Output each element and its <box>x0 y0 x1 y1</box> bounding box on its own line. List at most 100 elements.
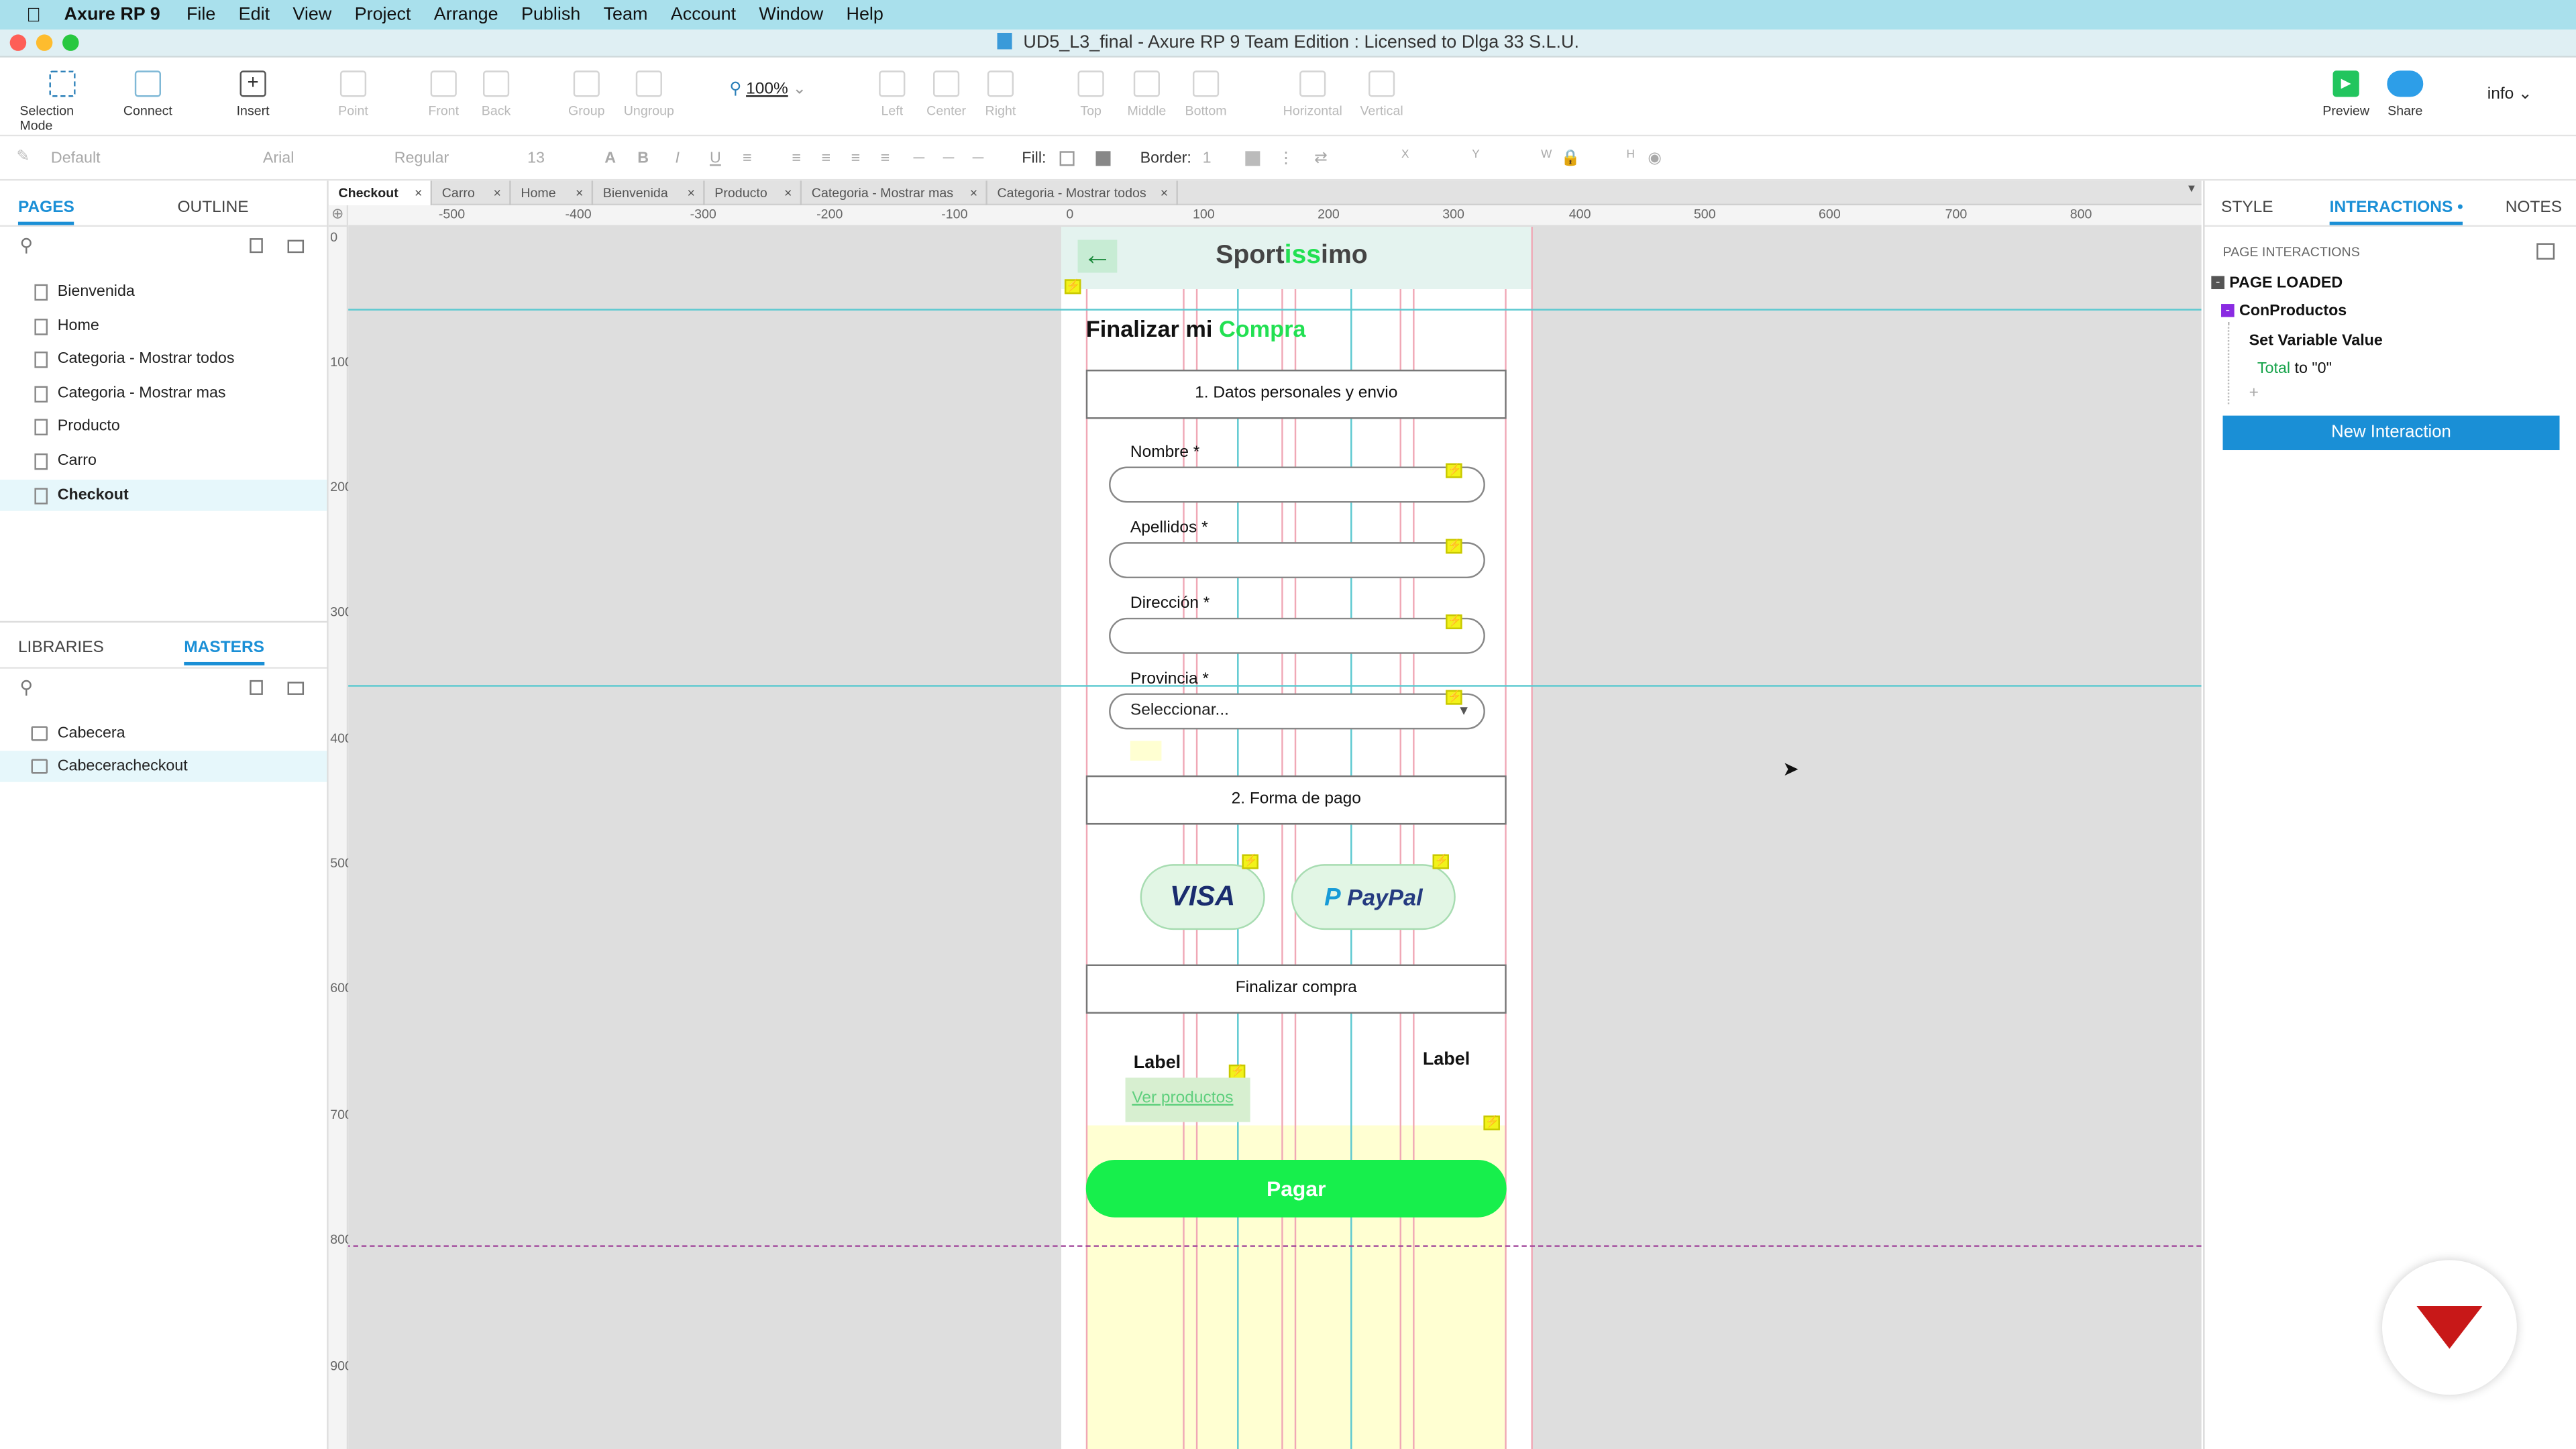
justify-icon[interactable]: ≡ <box>881 150 890 168</box>
collapse-icon[interactable]: - <box>2221 303 2235 317</box>
zoom-window-button[interactable] <box>62 34 79 51</box>
page-item-carro[interactable]: Carro <box>0 445 327 477</box>
tab-bienvenida[interactable]: Bienvenida × <box>593 180 705 206</box>
provincia-select[interactable]: Seleccionar... ▼ <box>1109 693 1485 730</box>
fill-color-swatch[interactable] <box>1059 151 1075 166</box>
menu-app-name[interactable]: Axure RP 9 <box>64 5 160 24</box>
tab-libraries[interactable]: LIBRARIES <box>18 639 104 657</box>
event-page-loaded[interactable]: PAGE LOADED <box>2229 274 2343 292</box>
page-item-home[interactable]: Home <box>0 311 327 342</box>
tab-pages[interactable]: PAGES <box>17 199 75 225</box>
menu-arrange[interactable]: Arrange <box>434 5 498 24</box>
close-icon[interactable]: × <box>970 180 977 205</box>
border-style-icon[interactable]: ⋮ <box>1278 150 1293 168</box>
menu-file[interactable]: File <box>186 5 215 24</box>
page-item-bienvenida[interactable]: Bienvenida <box>0 276 327 307</box>
page-item-categoria-todos[interactable]: Categoria - Mostrar todos <box>0 343 327 375</box>
h-input[interactable]: H <box>1626 150 1634 161</box>
paypal-button[interactable]: P PayPal <box>1291 864 1456 930</box>
connect-button[interactable]: Connect <box>107 70 189 118</box>
minimize-window-button[interactable] <box>36 34 53 51</box>
add-action-icon[interactable]: + <box>2249 384 2259 402</box>
section-payment[interactable]: 2. Forma de pago <box>1085 775 1507 825</box>
close-icon[interactable]: × <box>493 180 500 205</box>
tab-producto[interactable]: Producto × <box>705 180 802 206</box>
font-size-select[interactable]: 13 <box>527 150 545 168</box>
italic-icon[interactable]: I <box>676 150 680 168</box>
valign-top-icon[interactable]: ─ <box>914 150 924 168</box>
ruler-corner-icon[interactable]: ⊕ <box>328 205 349 227</box>
style-select[interactable]: Default <box>51 150 101 168</box>
align-right-button[interactable]: Right <box>959 70 1041 118</box>
selection-mode-button[interactable]: Selection Mode <box>19 70 105 133</box>
section-personal-data[interactable]: 1. Datos personales y envio <box>1085 370 1507 419</box>
pay-button[interactable]: Pagar <box>1085 1159 1507 1218</box>
page-item-producto[interactable]: Producto <box>0 411 327 442</box>
bullet-list-icon[interactable]: ≡ <box>743 150 752 168</box>
tab-checkout[interactable]: Checkout × <box>328 180 433 206</box>
master-item-cabeceracheckout[interactable]: Cabeceracheckout <box>0 751 327 782</box>
case-conproductos[interactable]: ConProductos <box>2239 303 2347 321</box>
search-icon[interactable]: ⚲ <box>19 235 33 256</box>
font-select[interactable]: Arial <box>263 150 294 168</box>
close-icon[interactable]: × <box>1161 180 1168 205</box>
add-folder-icon[interactable] <box>287 239 305 254</box>
tab-style[interactable]: STYLE <box>2221 199 2273 217</box>
action-detail[interactable]: Total to "0" <box>2257 360 2332 378</box>
tab-home[interactable]: Home × <box>511 180 594 206</box>
border-color-icon[interactable] <box>1245 151 1260 166</box>
arrow-style-icon[interactable]: ⇄ <box>1314 150 1328 168</box>
search-icon[interactable]: ⚲ <box>19 677 33 698</box>
menu-view[interactable]: View <box>292 5 331 24</box>
align-text-left-icon[interactable]: ≡ <box>792 150 801 168</box>
border-width-input[interactable]: 1 <box>1203 150 1212 168</box>
design-canvas[interactable]: ← Sportissimo ⚡ Finalizar mi Compra 1. D… <box>348 226 2202 1449</box>
close-icon[interactable]: × <box>784 180 792 205</box>
hidden-label[interactable] <box>1130 741 1162 761</box>
y-input[interactable]: Y <box>1472 150 1479 161</box>
weight-select[interactable]: Regular <box>394 150 449 168</box>
apellidos-input[interactable] <box>1109 542 1485 579</box>
zoom-select[interactable]: ⚲ 100% ⌄ <box>729 80 806 99</box>
fill-image-icon[interactable] <box>1095 151 1111 166</box>
expand-icon[interactable] <box>2536 243 2555 260</box>
master-item-cabecera[interactable]: Cabecera <box>0 718 327 749</box>
menu-account[interactable]: Account <box>671 5 736 24</box>
menu-publish[interactable]: Publish <box>521 5 580 24</box>
ver-productos-link[interactable]: Ver productos <box>1132 1089 1233 1108</box>
insert-button[interactable]: + Insert <box>212 70 294 118</box>
tab-outline[interactable]: OUTLINE <box>177 199 248 217</box>
action-set-variable[interactable]: Set Variable Value <box>2249 332 2383 350</box>
collapse-icon[interactable]: - <box>2211 275 2224 290</box>
menu-help[interactable]: Help <box>846 5 883 24</box>
page-item-checkout[interactable]: Checkout <box>0 480 327 511</box>
apple-icon[interactable]:  <box>26 3 41 26</box>
lock-ratio-icon[interactable]: 🔒 <box>1561 150 1580 168</box>
close-icon[interactable]: × <box>576 180 583 205</box>
close-icon[interactable]: × <box>415 180 422 205</box>
menu-edit[interactable]: Edit <box>239 5 270 24</box>
tab-masters[interactable]: MASTERS <box>184 639 264 665</box>
align-text-right-icon[interactable]: ≡ <box>851 150 861 168</box>
menu-team[interactable]: Team <box>604 5 648 24</box>
account-menu[interactable]: info ⌄ <box>2487 85 2532 103</box>
back-button[interactable]: Back <box>455 70 537 118</box>
tab-categoria-mas[interactable]: Categoria - Mostrar mas × <box>802 180 987 206</box>
align-text-center-icon[interactable]: ≡ <box>821 150 830 168</box>
align-bottom-button[interactable]: Bottom <box>1165 70 1246 118</box>
x-input[interactable]: X <box>1401 150 1409 161</box>
point-button[interactable]: Point <box>312 70 394 118</box>
tab-carro[interactable]: Carro × <box>432 180 511 206</box>
share-button[interactable]: Share <box>2364 70 2446 118</box>
menu-project[interactable]: Project <box>355 5 411 24</box>
add-master-icon[interactable] <box>250 680 263 695</box>
valign-middle-icon[interactable]: ─ <box>943 150 954 168</box>
nombre-input[interactable] <box>1109 466 1485 503</box>
underline-icon[interactable]: U <box>710 150 721 168</box>
visa-button[interactable]: VISA <box>1140 864 1265 930</box>
w-input[interactable]: W <box>1541 150 1552 161</box>
help-chat-button[interactable] <box>2382 1260 2517 1395</box>
page-item-categoria-mas[interactable]: Categoria - Mostrar mas <box>0 378 327 409</box>
close-window-button[interactable] <box>9 34 27 51</box>
section-finalize[interactable]: Finalizar compra <box>1085 964 1507 1014</box>
